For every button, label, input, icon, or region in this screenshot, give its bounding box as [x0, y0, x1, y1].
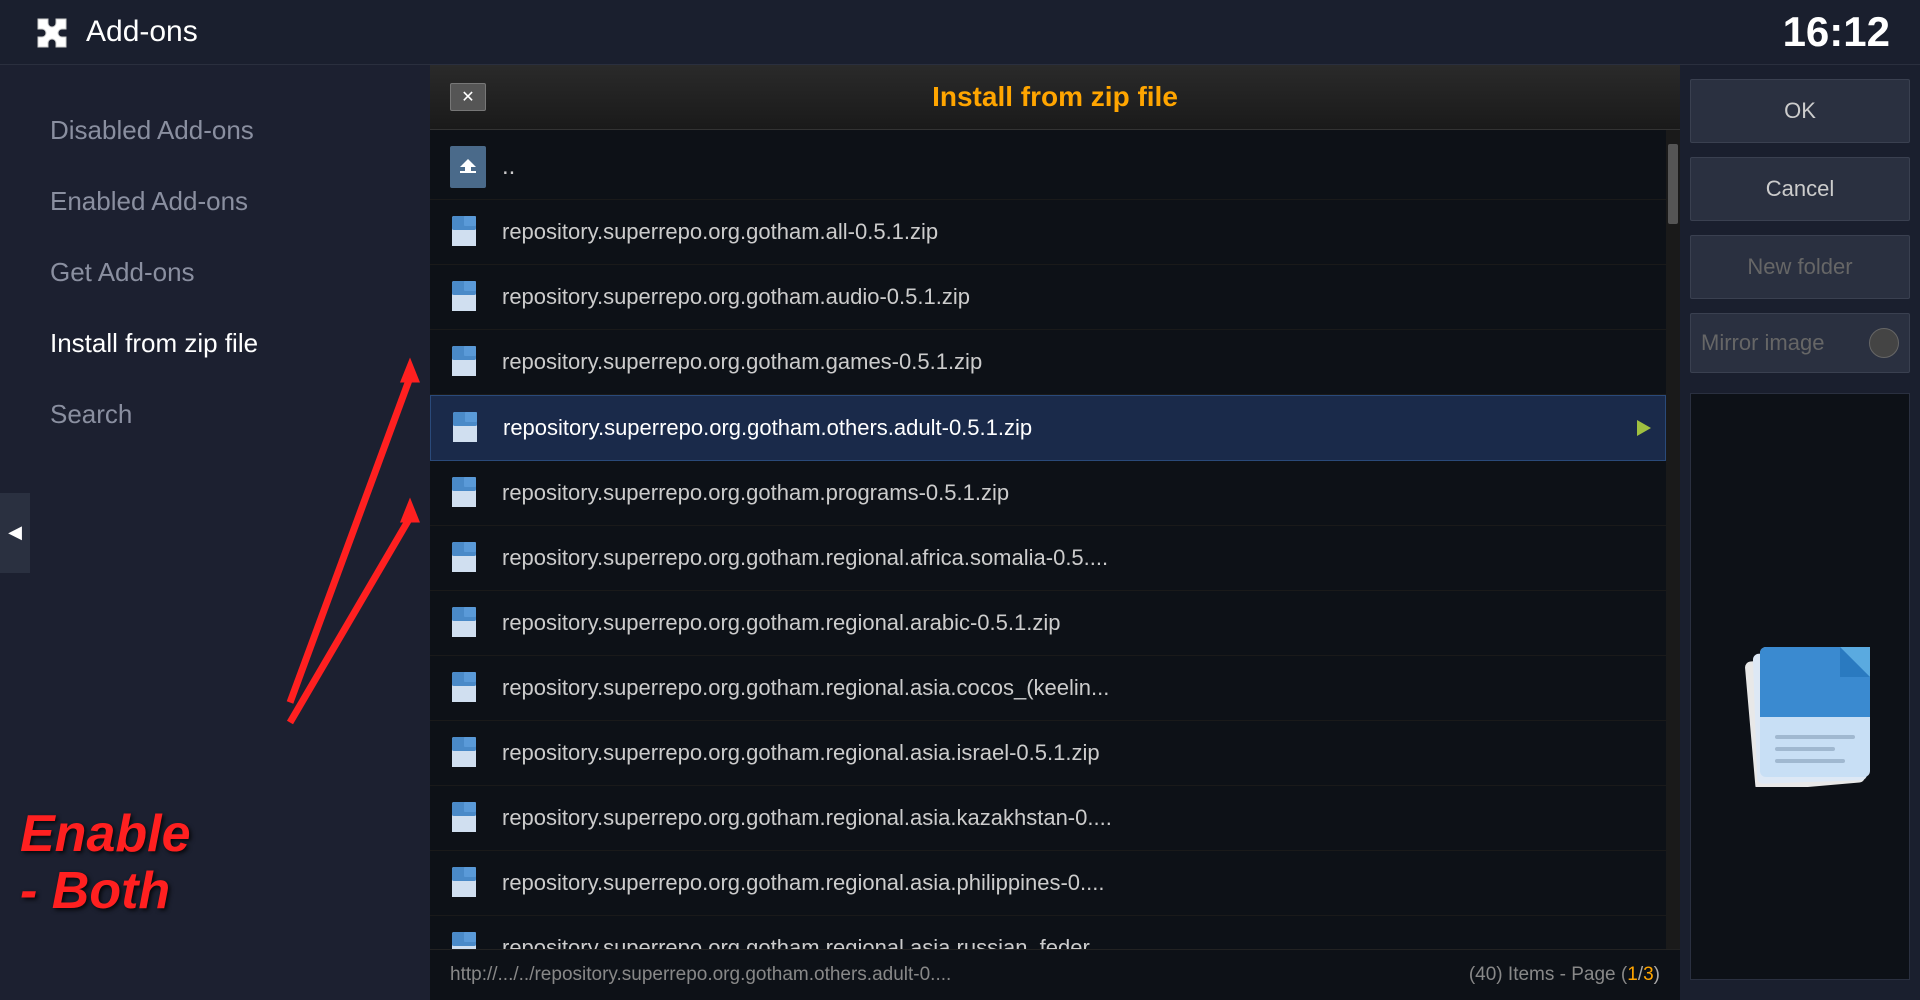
dialog-area: ✕ Install from zip file .. [430, 65, 1680, 1000]
sidebar-item-get-addons[interactable]: Get Add-ons [0, 237, 430, 308]
zip-file-icon [450, 214, 486, 250]
zip-file-icon [450, 865, 486, 901]
scrollbar[interactable] [1666, 130, 1680, 949]
sidebar-item-disabled-addons[interactable]: Disabled Add-ons [0, 95, 430, 166]
main-layout: ◀ Disabled Add-ons Enabled Add-ons Get A… [0, 65, 1920, 1000]
scrollbar-thumb[interactable] [1668, 144, 1678, 224]
zip-file-icon [451, 410, 487, 446]
file-item[interactable]: repository.superrepo.org.gotham.games-0.… [430, 330, 1666, 395]
sidebar-item-enabled-addons[interactable]: Enabled Add-ons [0, 166, 430, 237]
zip-file-icon [450, 475, 486, 511]
file-list-container: .. repository.superrepo.org.gotham.all-0… [430, 130, 1680, 949]
status-url: http://.../../repository.superrepo.org.g… [450, 964, 951, 985]
zip-file-icon [450, 735, 486, 771]
cancel-button[interactable]: Cancel [1690, 157, 1910, 221]
zip-file-icon [450, 279, 486, 315]
mirror-image-label: Mirror image [1701, 330, 1824, 356]
file-preview [1690, 393, 1910, 980]
sidebar-item-search[interactable]: Search [0, 379, 430, 450]
play-arrow-icon [1631, 416, 1655, 440]
file-item[interactable]: repository.superrepo.org.gotham.regional… [430, 591, 1666, 656]
annotation-line1: Enable [20, 806, 191, 863]
up-dir-label: .. [502, 153, 515, 181]
up-dir-icon [450, 149, 486, 185]
addons-icon [30, 11, 72, 53]
file-name: repository.superrepo.org.gotham.others.a… [503, 415, 1032, 441]
page-total: 3 [1643, 964, 1654, 985]
annotation-text: Enable - Both [20, 806, 191, 920]
mirror-image-row: Mirror image [1690, 313, 1910, 373]
file-item[interactable]: repository.superrepo.org.gotham.regional… [430, 786, 1666, 851]
file-item[interactable]: repository.superrepo.org.gotham.regional… [430, 851, 1666, 916]
file-name: repository.superrepo.org.gotham.regional… [502, 545, 1108, 571]
file-name: repository.superrepo.org.gotham.regional… [502, 610, 1060, 636]
zip-file-icon [450, 344, 486, 380]
zip-file-icon [450, 670, 486, 706]
zip-file-icon [450, 800, 486, 836]
file-list[interactable]: .. repository.superrepo.org.gotham.all-0… [430, 130, 1666, 949]
file-item[interactable]: repository.superrepo.org.gotham.regional… [430, 721, 1666, 786]
zip-file-icon [450, 540, 486, 576]
annotation-line2: - Both [20, 863, 191, 920]
page-info: (40) Items - Page (1/3) [1469, 964, 1660, 986]
right-panel: OK Cancel New folder Mirror image [1680, 65, 1920, 1000]
left-nav-arrow[interactable]: ◀ [0, 493, 30, 573]
file-item[interactable]: repository.superrepo.org.gotham.audio-0.… [430, 265, 1666, 330]
zip-file-icon [450, 930, 486, 949]
file-name: repository.superrepo.org.gotham.all-0.5.… [502, 219, 938, 245]
preview-image [1700, 587, 1900, 787]
file-name: repository.superrepo.org.gotham.regional… [502, 870, 1105, 896]
file-name: repository.superrepo.org.gotham.programs… [502, 480, 1009, 506]
file-item[interactable]: repository.superrepo.org.gotham.regional… [430, 526, 1666, 591]
file-name: repository.superrepo.org.gotham.regional… [502, 740, 1100, 766]
ok-button[interactable]: OK [1690, 79, 1910, 143]
mirror-image-toggle[interactable] [1869, 328, 1899, 358]
dialog-close-button[interactable]: ✕ [450, 83, 486, 111]
file-name: repository.superrepo.org.gotham.regional… [502, 675, 1109, 701]
file-name: repository.superrepo.org.gotham.audio-0.… [502, 284, 970, 310]
file-name: repository.superrepo.org.gotham.games-0.… [502, 349, 982, 375]
file-item[interactable]: repository.superrepo.org.gotham.programs… [430, 461, 1666, 526]
dialog-header: ✕ Install from zip file [430, 65, 1680, 130]
status-bar: http://.../../repository.superrepo.org.g… [430, 949, 1680, 1000]
file-name: repository.superrepo.org.gotham.regional… [502, 805, 1112, 831]
new-folder-button[interactable]: New folder [1690, 235, 1910, 299]
file-item-selected[interactable]: repository.superrepo.org.gotham.others.a… [430, 395, 1666, 461]
app-title: Add-ons [86, 15, 198, 49]
file-item[interactable]: repository.superrepo.org.gotham.regional… [430, 656, 1666, 721]
sidebar: ◀ Disabled Add-ons Enabled Add-ons Get A… [0, 65, 430, 1000]
dialog-title: Install from zip file [932, 81, 1178, 113]
sidebar-nav: Disabled Add-ons Enabled Add-ons Get Add… [0, 95, 430, 450]
zip-file-icon [450, 605, 486, 641]
file-item[interactable]: repository.superrepo.org.gotham.all-0.5.… [430, 200, 1666, 265]
file-name: repository.superrepo.org.gotham.regional… [502, 935, 1107, 949]
file-item-up[interactable]: .. [430, 135, 1666, 200]
app-header: Add-ons 16:12 [0, 0, 1920, 65]
page-current: 1 [1627, 964, 1638, 985]
header-left: Add-ons [30, 11, 198, 53]
clock: 16:12 [1783, 8, 1890, 56]
sidebar-item-install-zip[interactable]: Install from zip file [0, 308, 430, 379]
file-item[interactable]: repository.superrepo.org.gotham.regional… [430, 916, 1666, 949]
